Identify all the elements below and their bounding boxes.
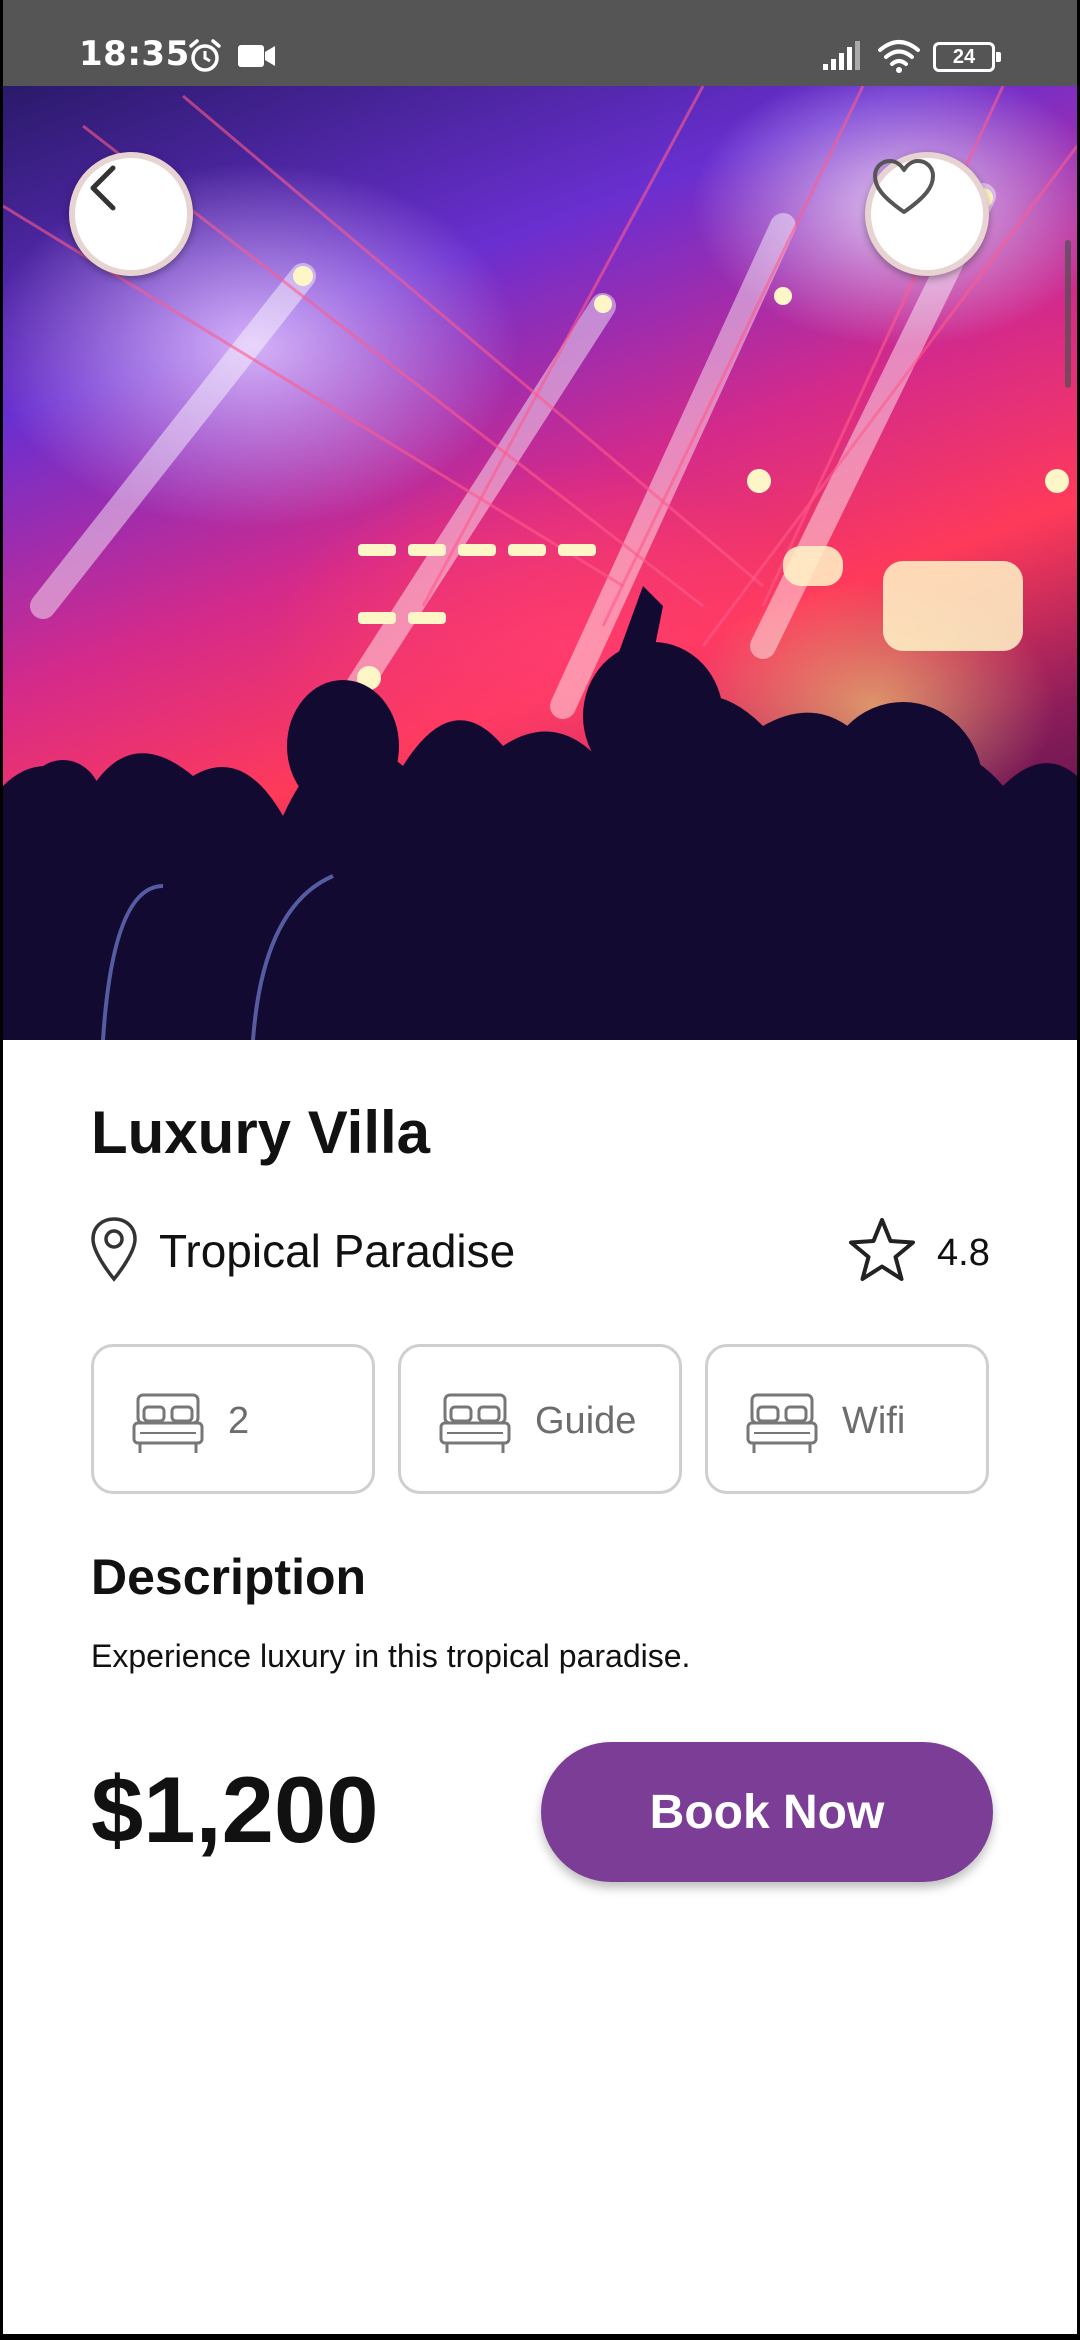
feature-label: Guide xyxy=(535,1400,637,1442)
feature-list: 2 Guide Wifi xyxy=(91,1344,993,1494)
status-time: 18:35 xyxy=(79,34,190,74)
description-heading: Description xyxy=(91,1549,367,1605)
price-label: $1,200 xyxy=(91,1757,379,1862)
bed-icon xyxy=(439,1393,511,1453)
property-title: Luxury Villa xyxy=(91,1099,431,1166)
feature-label: 2 xyxy=(228,1400,250,1442)
back-button[interactable] xyxy=(69,152,193,276)
bed-icon xyxy=(132,1393,204,1453)
scrollbar[interactable] xyxy=(1065,240,1071,388)
description-text: Experience luxury in this tropical parad… xyxy=(91,1638,691,1674)
heart-outline-icon xyxy=(873,159,935,214)
alarm-icon xyxy=(187,38,223,79)
battery-icon: 24 xyxy=(933,42,1001,72)
bed-icon xyxy=(746,1393,818,1453)
feature-label: Wifi xyxy=(842,1400,906,1442)
rating-value: 4.8 xyxy=(937,1232,990,1274)
book-now-button[interactable]: Book Now xyxy=(541,1742,993,1882)
hero-image xyxy=(3,86,1077,1040)
location-row: Tropical Paradise 4.8 xyxy=(89,1216,993,1286)
feature-chip-bedrooms: 2 xyxy=(91,1344,375,1494)
feature-chip-guide: Guide xyxy=(398,1344,682,1494)
location-label: Tropical Paradise xyxy=(159,1225,516,1277)
wifi-icon xyxy=(877,38,921,79)
chevron-left-icon xyxy=(90,165,116,211)
phone-screen: 18:35 24 Luxury Villa Tropical Paradise … xyxy=(3,0,1077,2334)
status-bar: 18:35 24 xyxy=(3,0,1077,86)
signal-icon xyxy=(821,40,861,77)
feature-chip-wifi: Wifi xyxy=(705,1344,989,1494)
map-pin-icon xyxy=(91,1217,137,1282)
favorite-button[interactable] xyxy=(865,152,989,276)
star-outline-icon xyxy=(849,1218,915,1281)
video-camera-icon xyxy=(237,42,277,75)
